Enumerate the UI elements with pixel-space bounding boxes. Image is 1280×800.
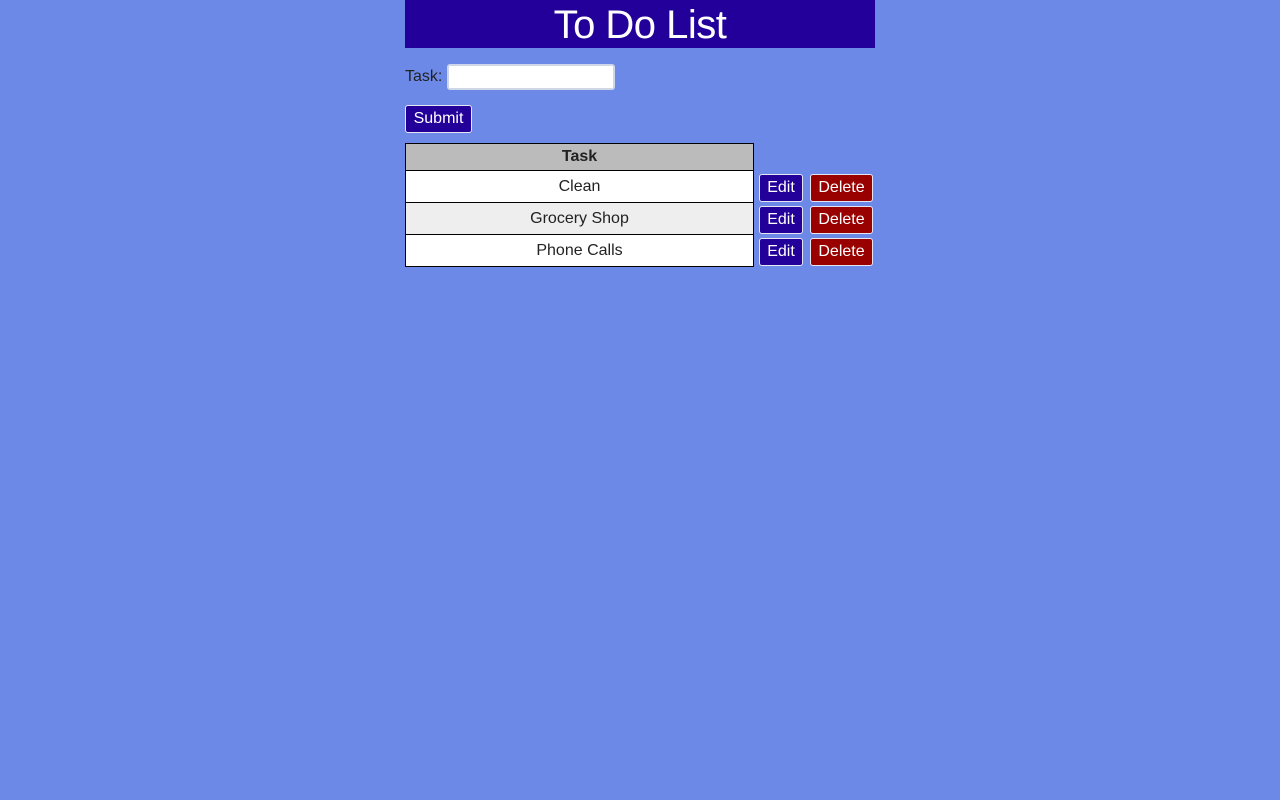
task-cell: Grocery Shop	[405, 202, 754, 235]
table-row: Clean	[405, 170, 754, 203]
edit-button[interactable]: Edit	[759, 174, 803, 202]
task-label: Task:	[405, 68, 443, 85]
delete-button[interactable]: Delete	[810, 238, 873, 266]
task-cell: Phone Calls	[405, 234, 754, 267]
task-cell: Clean	[405, 170, 754, 203]
action-row: Edit Delete	[759, 204, 873, 236]
action-row: Edit Delete	[759, 236, 873, 268]
submit-button[interactable]: Submit	[405, 105, 472, 133]
delete-button[interactable]: Delete	[810, 174, 873, 202]
submit-row: Submit	[405, 105, 875, 133]
action-row: Edit Delete	[759, 172, 873, 204]
task-form-row: Task:	[405, 62, 875, 92]
page-title: To Do List	[405, 0, 875, 48]
app-container: To Do List Task: Submit Task Clean Groce…	[405, 0, 875, 267]
row-actions: Edit Delete Edit Delete Edit Delete	[759, 172, 873, 268]
table-row: Phone Calls	[405, 234, 754, 267]
task-table: Task Clean Grocery Shop Phone Calls	[405, 143, 754, 267]
task-column-header: Task	[405, 143, 754, 171]
delete-button[interactable]: Delete	[810, 206, 873, 234]
edit-button[interactable]: Edit	[759, 238, 803, 266]
task-input[interactable]	[447, 64, 616, 90]
edit-button[interactable]: Edit	[759, 206, 803, 234]
task-list-area: Task Clean Grocery Shop Phone Calls Edit…	[405, 143, 875, 267]
table-row: Grocery Shop	[405, 202, 754, 235]
